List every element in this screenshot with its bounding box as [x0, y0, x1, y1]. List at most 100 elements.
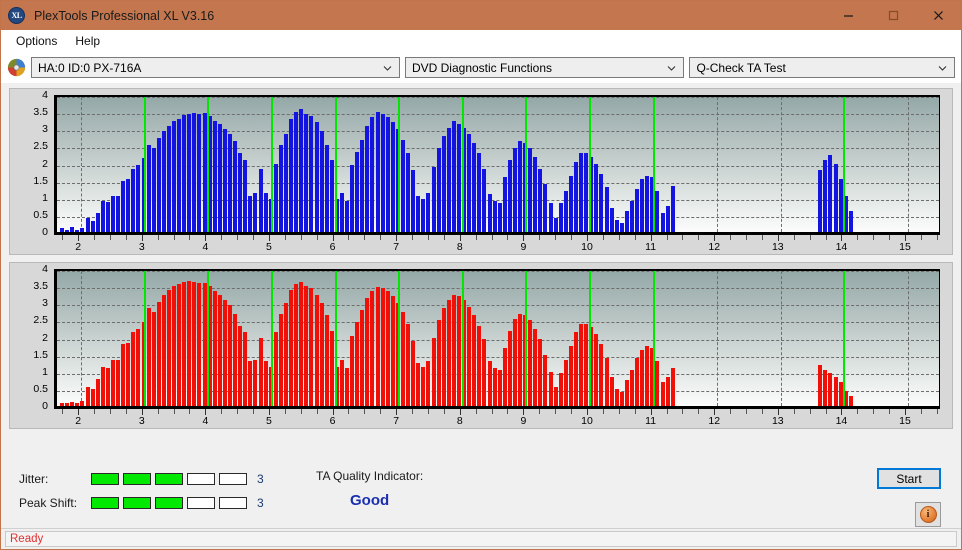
menu-item-help[interactable]: Help — [66, 32, 109, 50]
axis-tick — [507, 235, 509, 240]
bar — [197, 282, 202, 406]
y-axis: 0 0.5 1 1.5 2 2.5 3 3.5 4 — [10, 264, 52, 411]
bar — [548, 202, 553, 232]
bar — [624, 211, 629, 232]
bar — [528, 148, 533, 232]
axis-tick — [221, 409, 223, 414]
bar — [629, 370, 634, 406]
axis-tick — [412, 409, 414, 414]
bar — [609, 376, 614, 406]
bar — [258, 337, 263, 406]
y-axis-tick-label: 2.5 — [33, 140, 48, 153]
bar — [172, 286, 177, 406]
results-area: Jitter: 3 Peak Shift: 3 TA Quality Indic… — [1, 460, 961, 528]
bar — [436, 148, 441, 232]
peak-shift-chart: 0 0.5 1 1.5 2 2.5 3 3.5 4 2 3 4 5 6 7 8 9 10 11 12 13 14 15 — [9, 262, 953, 429]
axis-tick — [666, 409, 668, 414]
bar — [614, 220, 619, 232]
drive-select[interactable]: HA:0 ID:0 PX-716A — [31, 57, 400, 78]
bargraph-segment — [187, 497, 215, 509]
application-window: XL PlexTools Professional XL V3.16 Optio… — [0, 0, 962, 550]
marker-line — [843, 271, 846, 406]
bar — [243, 160, 248, 232]
bar — [446, 299, 451, 406]
y-axis-tick-label: 0.5 — [33, 382, 48, 395]
bar-series — [57, 97, 939, 232]
x-axis-tick-label: 6 — [329, 241, 336, 253]
chevron-down-icon — [667, 63, 676, 72]
plot-area — [54, 269, 940, 406]
x-axis-tick-label: 9 — [520, 415, 527, 427]
bar — [222, 299, 227, 406]
peak-shift-label: Peak Shift: — [19, 496, 78, 510]
bar — [116, 359, 121, 406]
test-select-value: Q-Check TA Test — [696, 60, 786, 75]
axis-tick — [761, 409, 763, 414]
y-axis-tick-label: 3 — [42, 123, 48, 135]
bar — [609, 208, 614, 232]
marker-line — [588, 271, 591, 406]
bar — [670, 368, 675, 406]
jitter-label: Jitter: — [19, 472, 49, 486]
bar — [533, 156, 538, 232]
bar — [431, 337, 436, 406]
test-select[interactable]: Q-Check TA Test — [689, 57, 955, 78]
bar-series — [57, 271, 939, 406]
axis-tick — [634, 409, 636, 414]
function-select[interactable]: DVD Diagnostic Functions — [404, 57, 685, 78]
bar — [518, 313, 523, 406]
bar — [177, 118, 182, 232]
axis-tick — [491, 409, 493, 414]
bar — [497, 370, 502, 406]
menu-item-options[interactable]: Options — [7, 32, 66, 50]
start-button[interactable]: Start — [877, 468, 941, 489]
axis-tick — [427, 409, 429, 414]
bar — [187, 113, 192, 232]
axis-tick — [920, 235, 922, 240]
maximize-icon[interactable] — [871, 1, 916, 30]
bar — [574, 161, 578, 232]
x-axis-tick-label: 3 — [138, 415, 145, 427]
marker-line — [525, 271, 528, 406]
bar — [436, 320, 441, 406]
bar — [487, 361, 492, 406]
bar — [599, 344, 604, 406]
bar — [202, 112, 207, 232]
axis-tick — [157, 409, 159, 414]
info-button[interactable]: i — [915, 502, 941, 527]
bar — [355, 322, 360, 406]
marker-line — [270, 97, 273, 232]
bar — [278, 313, 283, 406]
bar — [568, 175, 573, 232]
bar — [670, 185, 675, 232]
peak-shift-row: Peak Shift: 3 — [19, 496, 264, 510]
bar — [156, 137, 161, 232]
bar — [182, 114, 187, 232]
axis-tick — [443, 409, 445, 414]
axis-tick — [173, 235, 175, 240]
bar — [451, 120, 456, 232]
bar — [451, 294, 456, 406]
x-axis-tick-label: 5 — [266, 415, 272, 427]
bar — [263, 192, 268, 232]
bar — [411, 340, 416, 406]
bar — [477, 325, 482, 406]
bar — [172, 120, 177, 232]
bar — [594, 163, 599, 232]
marker-line — [652, 97, 655, 232]
bar — [533, 328, 538, 406]
bar — [502, 177, 507, 232]
close-icon[interactable] — [916, 1, 961, 30]
bar — [192, 112, 197, 232]
axis-tick — [857, 409, 859, 414]
bar — [121, 180, 126, 232]
bar — [202, 283, 207, 406]
minimize-icon[interactable] — [826, 1, 871, 30]
bar — [370, 291, 375, 406]
bargraph-segment — [91, 497, 119, 509]
axis-tick — [698, 409, 700, 414]
drive-select-value: HA:0 ID:0 PX-716A — [38, 60, 142, 75]
bar — [619, 392, 624, 406]
x-axis-tick-label: 14 — [835, 241, 848, 253]
y-axis-tick-label: 2.5 — [33, 314, 48, 327]
